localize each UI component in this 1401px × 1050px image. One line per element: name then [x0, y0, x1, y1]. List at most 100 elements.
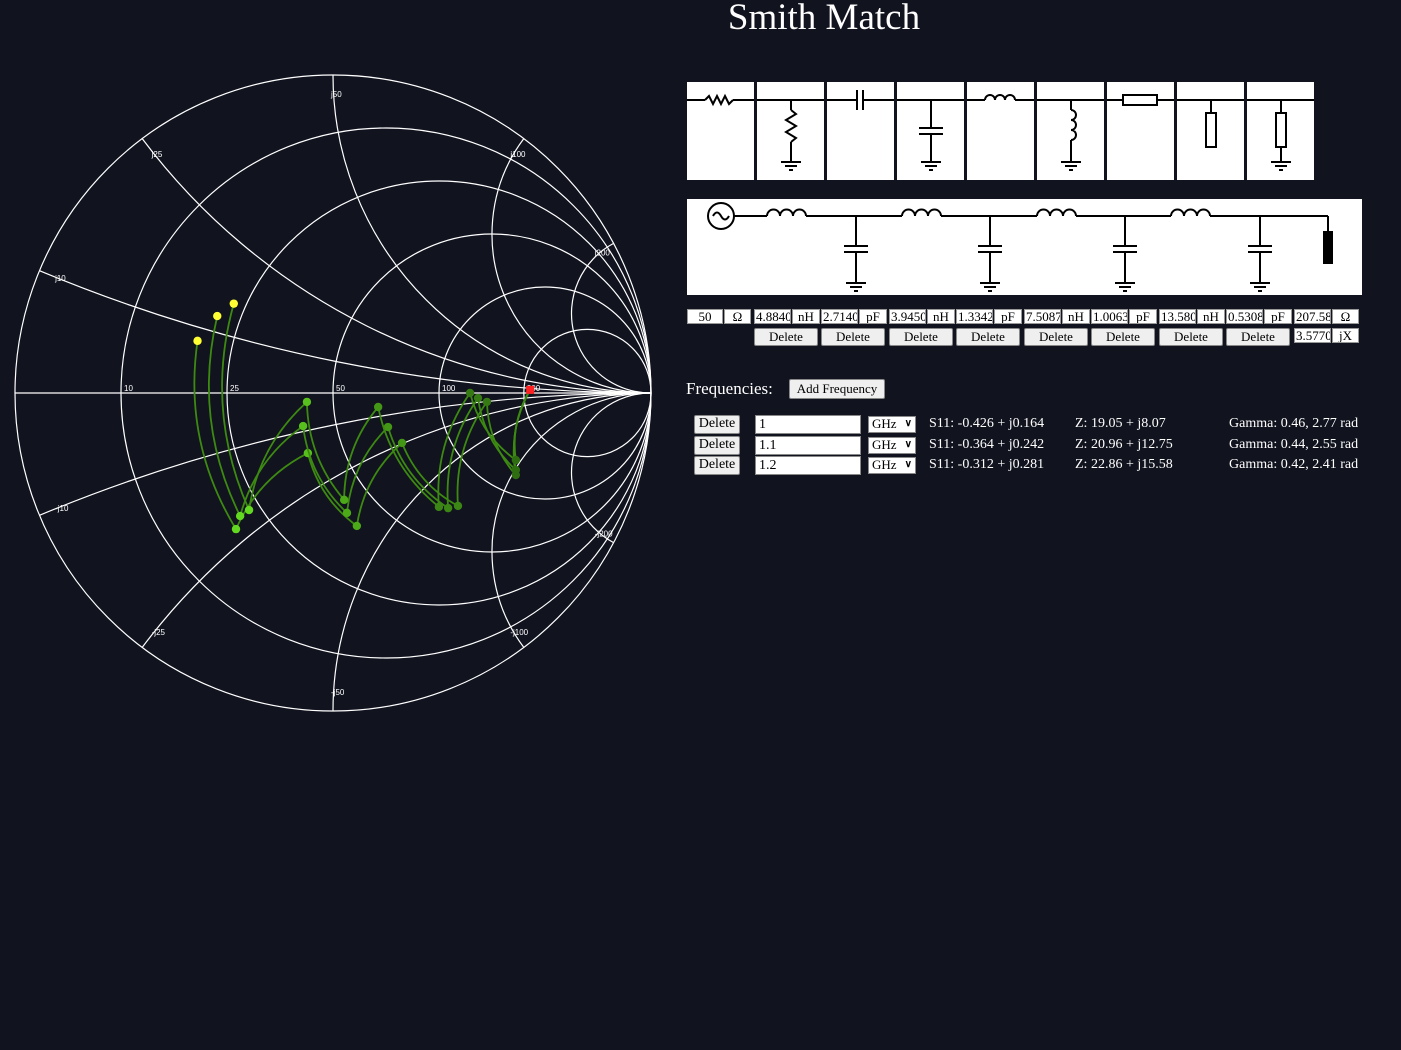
- palette-series-transmission-line[interactable]: [1107, 82, 1174, 180]
- frequency-input[interactable]: 1.2: [755, 456, 861, 475]
- shunt-capacitor-icon: [1248, 216, 1272, 292]
- frequency-unit-select[interactable]: GHz ∨: [868, 436, 916, 454]
- s11-value: S11: -0.426 + j0.164: [929, 416, 1045, 431]
- gamma-value: Gamma: 0.42, 2.41 rad: [1229, 457, 1359, 472]
- load-imag-input[interactable]: 3.5770: [1294, 328, 1331, 343]
- load-point: [526, 385, 535, 394]
- delete-component-button[interactable]: Delete: [1024, 328, 1088, 346]
- chevron-down-icon: ∨: [904, 459, 912, 470]
- trace-point: [339, 495, 349, 505]
- reactance-arc: [491, 138, 652, 394]
- impedance-value: Z: 22.86 + j15.58: [1075, 457, 1173, 472]
- trace-point: [373, 402, 383, 412]
- trace-point: [511, 465, 521, 475]
- circuit-schematic: [687, 199, 1362, 295]
- trace-point: [443, 503, 453, 513]
- frequency-input[interactable]: 1.1: [755, 435, 861, 455]
- component-value-input[interactable]: 3.9450: [889, 309, 926, 324]
- series-transmission-line-icon: [1107, 94, 1174, 106]
- load-real-unit: Ω: [1332, 309, 1359, 324]
- delete-component-button[interactable]: Delete: [1091, 328, 1155, 346]
- frequency-input[interactable]: 1: [755, 415, 861, 434]
- delete-component-button[interactable]: Delete: [1226, 328, 1290, 346]
- trace-point: [298, 421, 308, 431]
- shunt-resistor-icon: [757, 99, 824, 171]
- series-inductor-icon: [901, 208, 942, 217]
- frequency-unit-select[interactable]: GHz ∨: [868, 457, 916, 474]
- page-title: Smith Match: [727, 0, 921, 38]
- chevron-down-icon: ∨: [904, 418, 912, 429]
- delete-component-button[interactable]: Delete: [1159, 328, 1223, 346]
- trace-point: [397, 438, 407, 448]
- input-impedance-point: [193, 336, 202, 346]
- palette-series-inductor[interactable]: [967, 82, 1034, 180]
- reactance-label: j50: [330, 90, 342, 99]
- shunt-capacitor-icon: [978, 216, 1002, 292]
- series-capacitor-icon: [827, 90, 894, 110]
- component-value-input[interactable]: 4.8840: [754, 309, 791, 324]
- component-value-input[interactable]: 13.580: [1159, 309, 1196, 324]
- delete-frequency-button[interactable]: Delete: [694, 456, 740, 475]
- reactance-arc: [570, 392, 652, 544]
- reactance-label: j100: [509, 150, 526, 159]
- delete-component-button[interactable]: Delete: [821, 328, 885, 346]
- trace-point: [434, 502, 444, 512]
- smith-chart[interactable]: 102550100200j10-j10j25-j25j50-j50j100-j1…: [0, 60, 670, 730]
- delete-frequency-button[interactable]: Delete: [694, 435, 740, 455]
- component-unit-label: nH: [927, 309, 955, 324]
- trace-point: [511, 455, 521, 465]
- palette-shunt-resistor[interactable]: [757, 82, 824, 180]
- reactance-label: -j25: [152, 628, 166, 637]
- trace-point: [244, 505, 254, 515]
- s11-value: S11: -0.364 + j0.242: [929, 436, 1045, 452]
- trace-point: [473, 393, 483, 403]
- palette-shunt-capacitor[interactable]: [897, 82, 964, 180]
- palette-series-resistor[interactable]: [687, 82, 754, 180]
- frequencies-label: Frequencies:: [686, 379, 773, 398]
- reactance-label: j200: [594, 248, 611, 257]
- gamma-value: Gamma: 0.44, 2.55 rad: [1229, 436, 1359, 452]
- resistance-label: 100: [442, 384, 456, 393]
- component-value-input[interactable]: 1.0063: [1091, 309, 1128, 324]
- trace-point: [453, 501, 463, 511]
- component-unit-label: nH: [792, 309, 820, 324]
- resistance-label: 50: [336, 384, 345, 393]
- load-imag-unit: jX: [1332, 328, 1359, 343]
- trace-point: [302, 397, 312, 407]
- palette-open-stub[interactable]: [1177, 82, 1244, 180]
- component-unit-label: pF: [1129, 309, 1157, 324]
- component-value-input[interactable]: 1.3342: [956, 309, 993, 324]
- palette-series-capacitor[interactable]: [827, 82, 894, 180]
- component-unit-label: pF: [1264, 309, 1292, 324]
- palette-shunt-inductor[interactable]: [1037, 82, 1104, 180]
- input-impedance-point: [229, 299, 238, 308]
- series-inductor-icon: [766, 208, 807, 217]
- trace-point: [231, 524, 241, 534]
- delete-component-button[interactable]: Delete: [889, 328, 953, 346]
- component-value-input[interactable]: 7.5087: [1024, 309, 1061, 324]
- component-unit-label: nH: [1197, 309, 1225, 324]
- trace-point: [482, 397, 492, 407]
- trace-point: [235, 511, 245, 521]
- component-value-input[interactable]: 2.7140: [821, 309, 858, 324]
- delete-component-button[interactable]: Delete: [956, 328, 1020, 346]
- load-real-input[interactable]: 207.58: [1294, 309, 1331, 324]
- source-impedance-input[interactable]: 50: [687, 309, 723, 324]
- unit-value: GHz: [872, 457, 897, 472]
- component-value-input[interactable]: 0.5308: [1226, 309, 1263, 324]
- reactance-label: j10: [54, 274, 66, 283]
- s11-value: S11: -0.312 + j0.281: [929, 457, 1045, 472]
- delete-component-button[interactable]: Delete: [754, 328, 818, 346]
- add-frequency-button[interactable]: Add Frequency: [789, 379, 885, 399]
- component-palette: [687, 82, 1314, 180]
- shunt-capacitor-icon: [844, 216, 868, 292]
- reactance-label: j25: [151, 150, 163, 159]
- open-stub-icon: [1177, 99, 1244, 148]
- frequency-unit-select[interactable]: GHz ∨: [868, 416, 916, 433]
- series-inductor-icon: [1036, 208, 1077, 217]
- reactance-label: -j10: [55, 504, 69, 513]
- gamma-value: Gamma: 0.46, 2.77 rad: [1229, 416, 1359, 431]
- palette-shorted-stub[interactable]: [1247, 82, 1314, 180]
- series-resistor-icon: [687, 93, 754, 107]
- delete-frequency-button[interactable]: Delete: [694, 415, 740, 434]
